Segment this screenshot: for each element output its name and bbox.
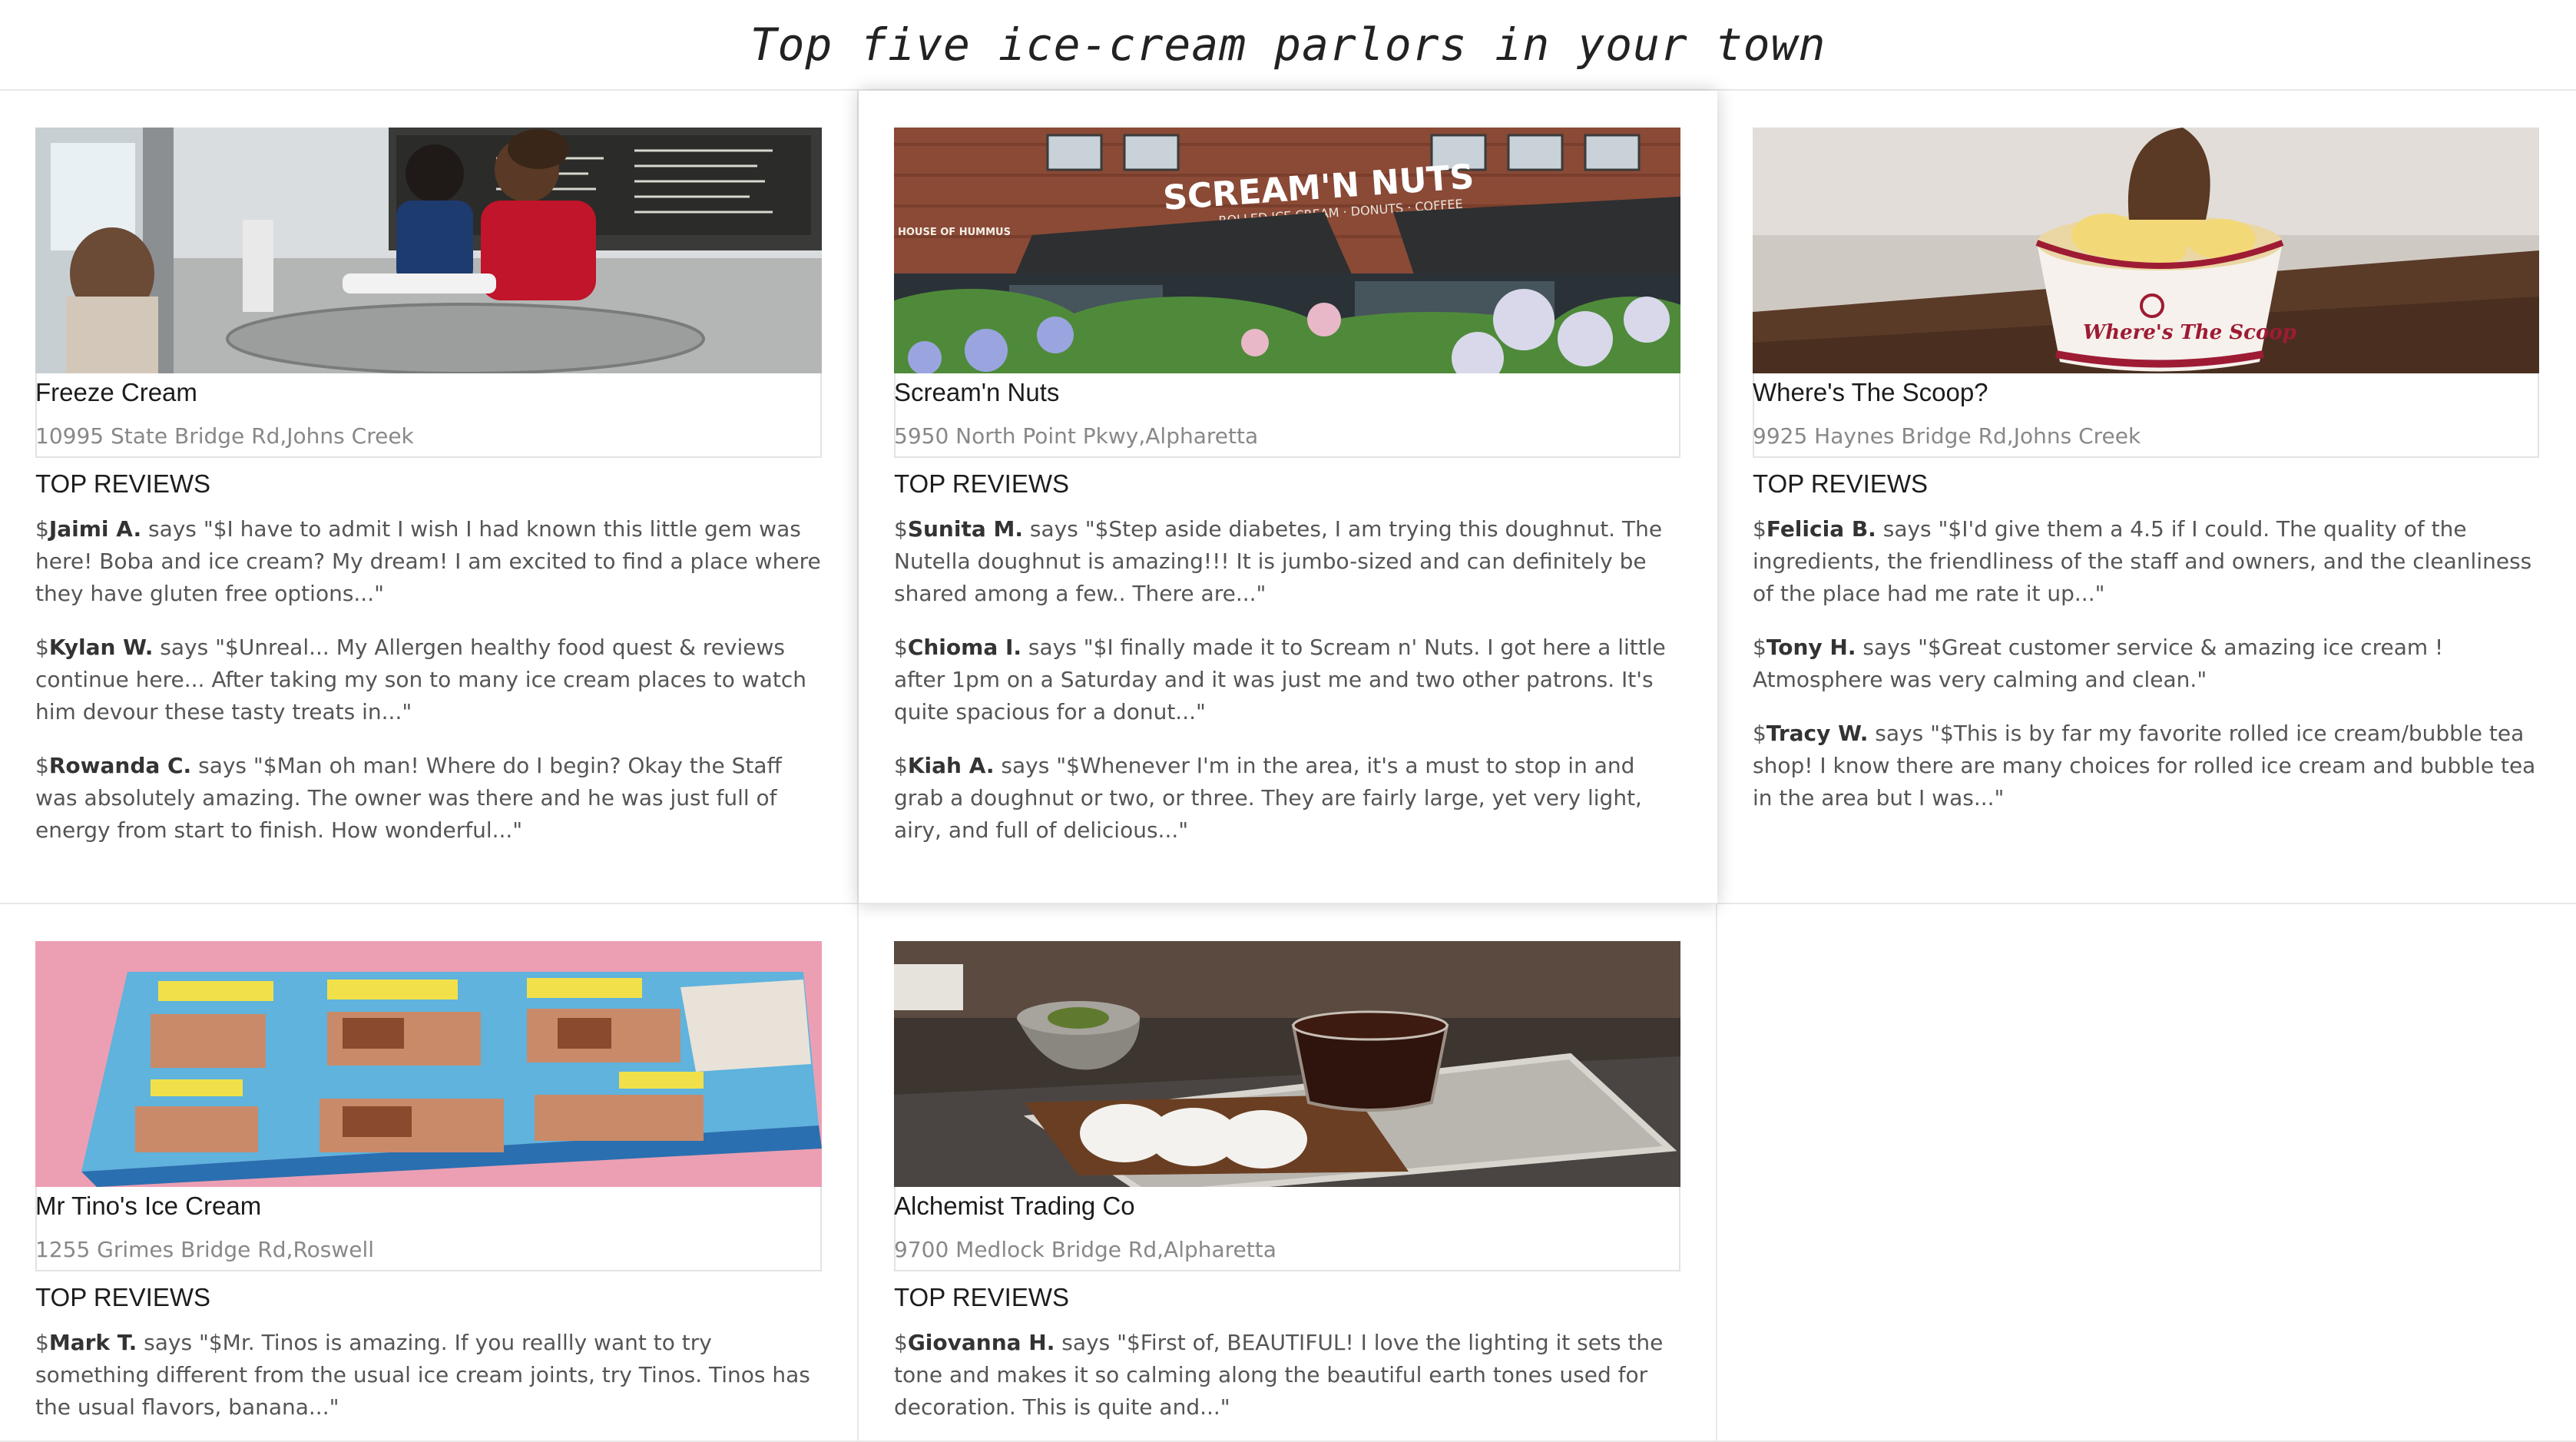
parlor-card-screamn-nuts[interactable]: SCREAM'N NUTS ROLLED ICE CREAM · DONUTS …	[859, 91, 1717, 904]
review-prefix: $	[1753, 635, 1766, 660]
cup-logo: Where's The Scoop	[2083, 321, 2296, 344]
shop-address: 9700 Medlock Bridge Rd,Alpharetta	[894, 1237, 1276, 1262]
shop-name[interactable]: Where's The Scoop?	[1753, 377, 2538, 408]
shop-name[interactable]: Alchemist Trading Co	[894, 1191, 1679, 1222]
review-prefix: $	[894, 635, 908, 660]
review-says: says	[994, 753, 1057, 778]
parlor-card-mr-tinos[interactable]: Mr Tino's Ice Cream 1255 Grimes Bridge R…	[0, 904, 859, 1442]
review-prefix: $	[1753, 721, 1766, 746]
parlor-grid: Freeze Cream 10995 State Bridge Rd,Johns…	[0, 91, 2576, 1442]
review: $Jaimi A. says "$I have to admit I wish …	[35, 513, 826, 610]
review-says: says	[153, 635, 216, 660]
parlor-card-header[interactable]: Alchemist Trading Co 9700 Medlock Bridge…	[894, 941, 1680, 1271]
review-author: Felicia B.	[1766, 516, 1876, 542]
review-says: says	[1055, 1330, 1117, 1355]
top-reviews-heading: TOP REVIEWS	[894, 1283, 1070, 1311]
top-reviews-heading: TOP REVIEWS	[35, 1283, 211, 1311]
review-author: Chioma I.	[907, 635, 1022, 660]
top-reviews-heading: TOP REVIEWS	[894, 469, 1070, 498]
parlor-photo[interactable]	[894, 941, 1680, 1187]
review: $Chioma I. says "$I finally made it to S…	[894, 631, 1685, 728]
page-title: Top five ice-cream parlors in your town	[750, 18, 1826, 71]
shop-name[interactable]: Scream'n Nuts	[894, 377, 1679, 408]
parlor-photo[interactable]: SCREAM'N NUTS ROLLED ICE CREAM · DONUTS …	[894, 128, 1680, 373]
parlor-card-alchemist-trading[interactable]: Alchemist Trading Co 9700 Medlock Bridge…	[859, 904, 1717, 1442]
empty-grid-cell	[1717, 904, 2576, 1442]
parlor-card-wheres-the-scoop[interactable]: Where's The Scoop Where's The Scoop? 992…	[1717, 91, 2576, 904]
review: $Kiah A. says "$Whenever I'm in the area…	[894, 750, 1685, 847]
review-author: Rowanda C.	[48, 753, 192, 778]
review-prefix: $	[35, 753, 49, 778]
review: $Felicia B. says "$I'd give them a 4.5 i…	[1753, 513, 2544, 610]
shop-address: 9925 Haynes Bridge Rd,Johns Creek	[1753, 423, 2141, 449]
review-prefix: $	[35, 1330, 49, 1355]
review-author: Giovanna H.	[907, 1330, 1055, 1355]
review-author: Tracy W.	[1766, 721, 1869, 746]
review-says: says	[1021, 635, 1084, 660]
review-author: Mark T.	[48, 1330, 137, 1355]
shop-address: 1255 Grimes Bridge Rd,Roswell	[35, 1237, 375, 1262]
neighbor-sign: HOUSE OF HUMMUS	[898, 227, 1011, 238]
review-author: Kylan W.	[48, 635, 154, 660]
parlor-card-header[interactable]: Freeze Cream 10995 State Bridge Rd,Johns…	[35, 128, 822, 458]
review-author: Sunita M.	[907, 516, 1023, 542]
shop-name[interactable]: Mr Tino's Ice Cream	[35, 1191, 820, 1222]
top-reviews-heading: TOP REVIEWS	[35, 469, 211, 498]
shop-name[interactable]: Freeze Cream	[35, 377, 820, 408]
review-prefix: $	[35, 635, 49, 660]
parlor-photo[interactable]	[35, 941, 822, 1187]
shop-address: 10995 State Bridge Rd,Johns Creek	[35, 423, 414, 449]
shop-address: 5950 North Point Pkwy,Alpharetta	[894, 423, 1259, 449]
review: $Giovanna H. says "$First of, BEAUTIFUL!…	[894, 1327, 1685, 1424]
review: $Tony H. says "$Great customer service &…	[1753, 631, 2544, 696]
review-author: Jaimi A.	[48, 516, 142, 542]
review: $Tracy W. says "$This is by far my favor…	[1753, 718, 2544, 814]
parlor-card-freeze-cream[interactable]: Freeze Cream 10995 State Bridge Rd,Johns…	[0, 91, 859, 904]
review: $Sunita M. says "$Step aside diabetes, I…	[894, 513, 1685, 610]
review-says: says	[1868, 721, 1931, 746]
parlor-card-header[interactable]: Mr Tino's Ice Cream 1255 Grimes Bridge R…	[35, 941, 822, 1271]
parlor-photo[interactable]: Where's The Scoop	[1753, 128, 2539, 373]
parlor-photo[interactable]	[35, 128, 822, 373]
parlor-card-header[interactable]: SCREAM'N NUTS ROLLED ICE CREAM · DONUTS …	[894, 128, 1680, 458]
review: $Mark T. says "$Mr. Tinos is amazing. If…	[35, 1327, 826, 1424]
review-says: says	[137, 1330, 199, 1355]
top-reviews-heading: TOP REVIEWS	[1753, 469, 1929, 498]
page-header: Top five ice-cream parlors in your town	[0, 0, 2576, 91]
review-says: says	[1876, 516, 1939, 542]
parlor-card-header[interactable]: Where's The Scoop Where's The Scoop? 992…	[1753, 128, 2539, 458]
review-says: says	[1023, 516, 1085, 542]
review-prefix: $	[894, 516, 908, 542]
review-author: Tony H.	[1766, 635, 1856, 660]
review-says: says	[1856, 635, 1919, 660]
review-prefix: $	[35, 516, 49, 542]
review: $Kylan W. says "$Unreal... My Allergen h…	[35, 631, 826, 728]
review-prefix: $	[1753, 516, 1766, 542]
review: $Rowanda C. says "$Man oh man! Where do …	[35, 750, 826, 847]
review-author: Kiah A.	[907, 753, 995, 778]
review-prefix: $	[894, 1330, 908, 1355]
review-says: says	[191, 753, 253, 778]
review-prefix: $	[894, 753, 908, 778]
review-says: says	[141, 516, 204, 542]
